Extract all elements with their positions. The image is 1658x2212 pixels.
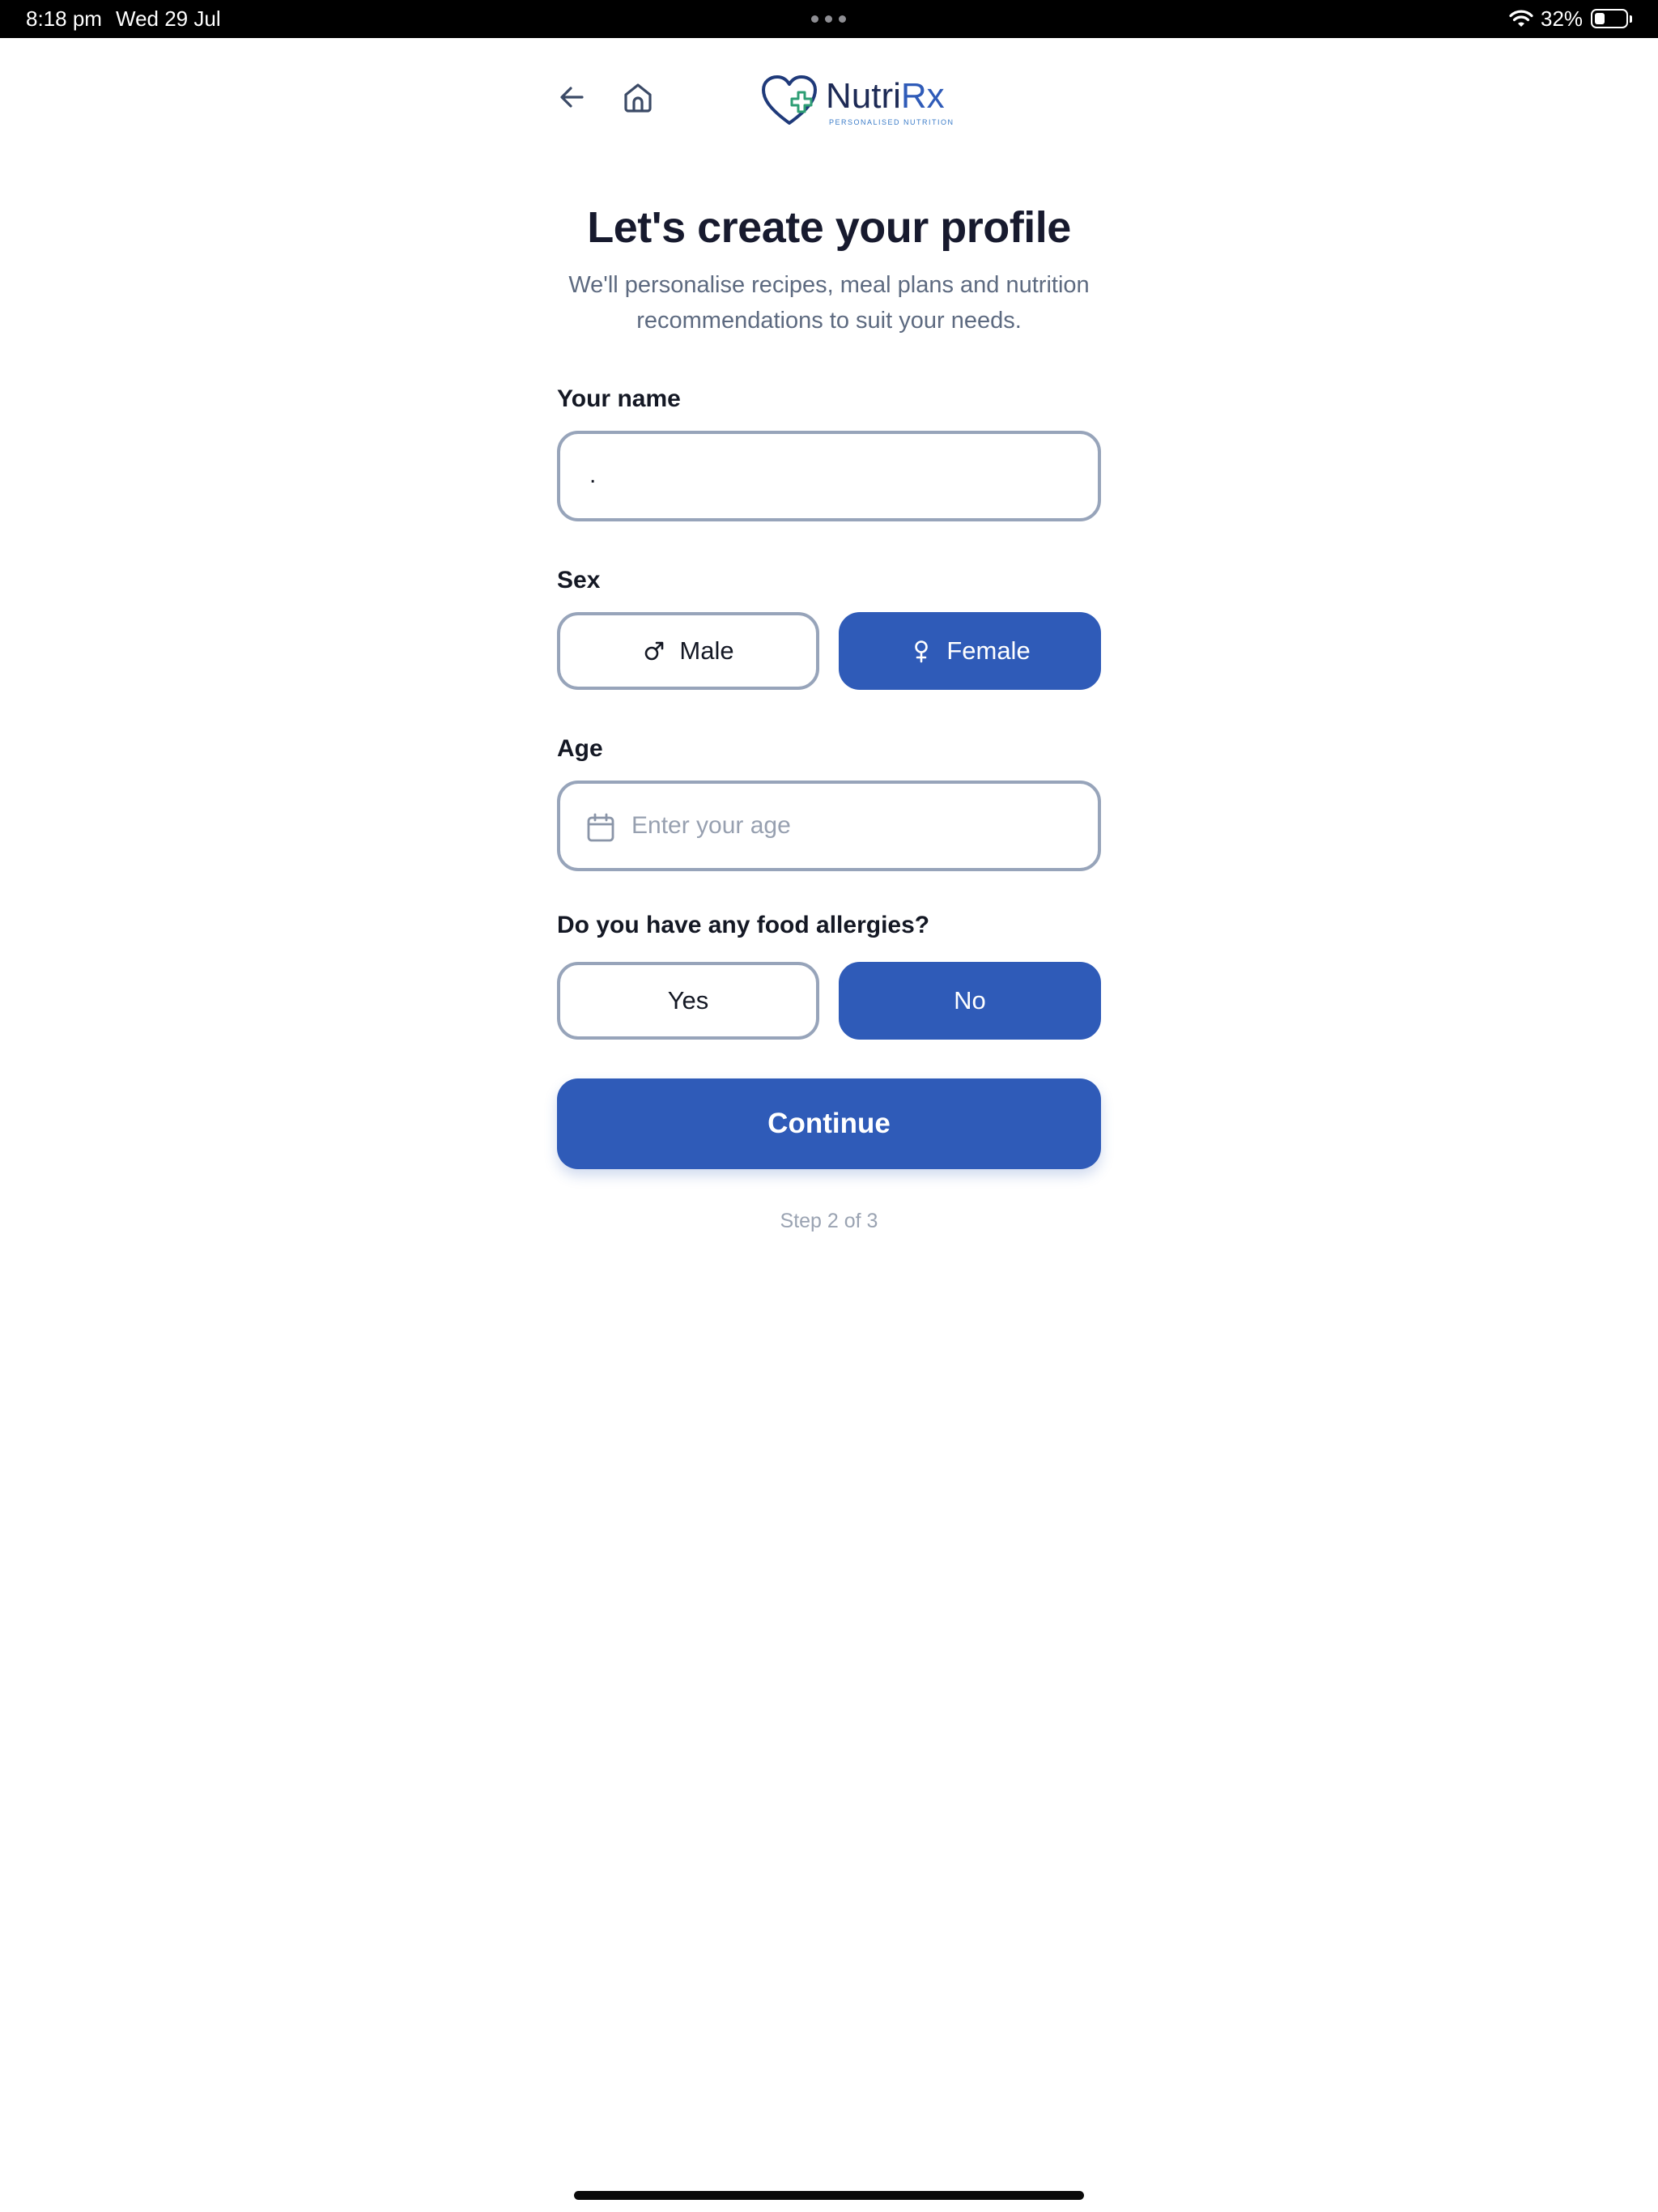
logo-tagline: PERSONALISED NUTRITION bbox=[829, 118, 954, 126]
allergies-no-button[interactable]: No bbox=[839, 962, 1101, 1040]
status-date: Wed 29 Jul bbox=[116, 6, 221, 31]
allergies-label: Do you have any food allergies? bbox=[557, 912, 930, 938]
battery-icon bbox=[1591, 9, 1628, 28]
home-button[interactable] bbox=[619, 78, 657, 117]
step-indicator: Step 2 of 3 bbox=[780, 1210, 878, 1232]
battery-percent: 32% bbox=[1541, 6, 1584, 31]
age-label: Age bbox=[557, 735, 603, 762]
status-bar: 8:18 pm Wed 29 Jul 32% bbox=[0, 0, 1658, 38]
name-value: . bbox=[589, 462, 597, 488]
page-subtitle: We'll personalise recipes, meal plans an… bbox=[568, 272, 1090, 334]
home-icon bbox=[624, 83, 652, 113]
multitasking-dots-icon[interactable] bbox=[811, 15, 847, 23]
age-input[interactable] bbox=[631, 784, 1085, 868]
continue-button[interactable]: Continue bbox=[557, 1078, 1101, 1169]
home-indicator[interactable] bbox=[574, 2191, 1084, 2200]
back-button[interactable] bbox=[553, 78, 592, 117]
female-option-button[interactable]: Female bbox=[839, 612, 1101, 690]
allergies-no-label: No bbox=[954, 986, 986, 1015]
heart-plus-icon bbox=[762, 75, 817, 125]
arrow-left-icon bbox=[560, 87, 584, 108]
nutrirx-logo: NutriRx PERSONALISED NUTRITION bbox=[761, 71, 963, 136]
status-time: 8:18 pm bbox=[26, 6, 102, 31]
male-symbol-icon bbox=[645, 641, 664, 661]
allergies-yes-button[interactable]: Yes bbox=[557, 962, 819, 1040]
name-label: Your name bbox=[557, 385, 681, 412]
sex-label: Sex bbox=[557, 567, 601, 593]
wifi-icon bbox=[1509, 10, 1533, 27]
page-title: Let's create your profile bbox=[587, 203, 1071, 252]
battery-level bbox=[1595, 13, 1605, 24]
male-option-button[interactable]: Male bbox=[557, 612, 819, 690]
calendar-icon bbox=[587, 813, 614, 842]
profile-setup-screen: 8:18 pm Wed 29 Jul 32% NutriRx PERSONALI… bbox=[0, 0, 1658, 2212]
name-field[interactable]: . bbox=[557, 431, 1101, 521]
age-field[interactable] bbox=[557, 781, 1101, 871]
female-option-label: Female bbox=[946, 636, 1031, 665]
allergies-yes-label: Yes bbox=[667, 986, 709, 1015]
female-symbol-icon bbox=[915, 640, 929, 663]
male-option-label: Male bbox=[679, 636, 734, 665]
battery-nub bbox=[1630, 15, 1632, 23]
logo-name: NutriRx bbox=[826, 76, 945, 116]
continue-label: Continue bbox=[767, 1108, 891, 1139]
